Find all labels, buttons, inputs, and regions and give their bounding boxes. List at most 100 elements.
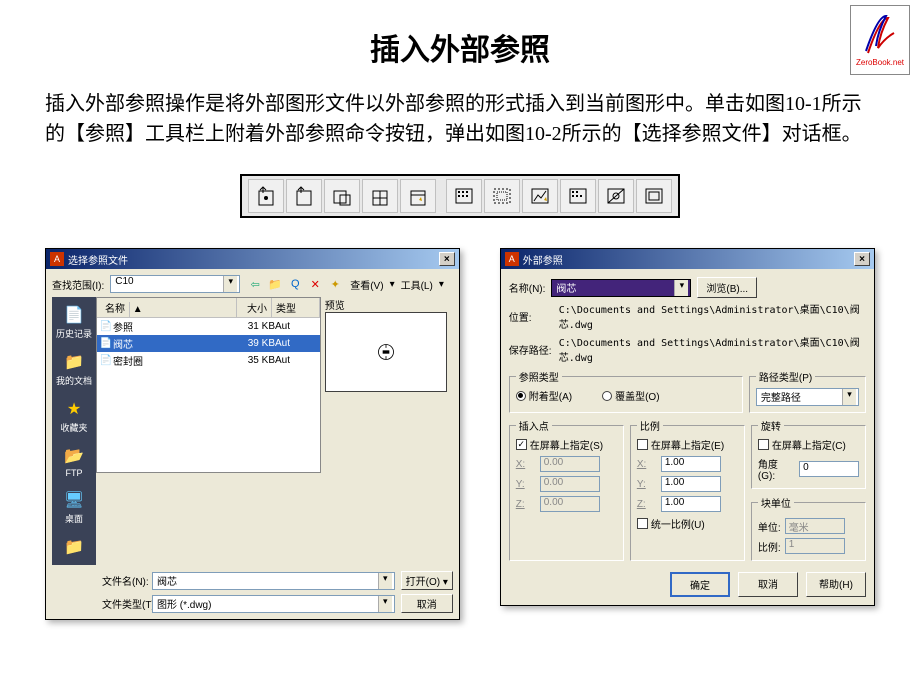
close-icon[interactable]: × — [439, 252, 455, 266]
cancel-button[interactable]: 取消 — [738, 572, 798, 597]
close-icon[interactable]: × — [854, 252, 870, 266]
lookin-label: 查找范围(I): — [52, 277, 104, 292]
dialog-title: 外部参照 — [523, 252, 854, 267]
onscreen-insert-check[interactable]: 在屏幕上指定(S) — [516, 437, 617, 452]
savepath-label: 保存路径: — [509, 342, 553, 357]
filetype-combo[interactable]: 图形 (*.dwg) — [152, 595, 395, 613]
onscreen-scale-check[interactable]: 在屏幕上指定(E) — [637, 437, 738, 452]
cancel-button[interactable]: 取消 — [401, 594, 453, 613]
list-item[interactable]: 📄 阀芯 39 KB Aut — [97, 335, 320, 352]
reference-type-group: 参照类型 附着型(A) 覆盖型(O) — [509, 369, 743, 413]
filetype-label: 文件类型(T): — [102, 596, 146, 611]
name-label: 名称(N): — [509, 280, 546, 295]
lookin-combo[interactable]: C10 — [110, 275, 240, 293]
sidebar-item-history[interactable]: 📄历史记录 — [52, 299, 96, 346]
block-unit-group: 块单位 单位:毫米 比例:1 — [751, 495, 866, 561]
dialog-title: 选择参照文件 — [68, 252, 439, 267]
sidebar-item-documents[interactable]: 📁我的文档 — [52, 346, 96, 393]
scale-x-label: X: — [637, 459, 657, 470]
logo: ZeroBook.net — [850, 5, 910, 75]
image-frame-icon[interactable] — [636, 179, 672, 213]
path-type-group: 路径类型(P) 完整路径 — [749, 369, 866, 413]
savepath-value: C:\Documents and Settings\Administrator\… — [559, 334, 866, 364]
x-label: X: — [516, 459, 536, 470]
titlebar: A 选择参照文件 × — [46, 249, 459, 269]
description-text: 插入外部参照操作是将外部图形文件以外部参照的形式插入到当前图形中。单击如图10-… — [0, 69, 920, 174]
image-transparency-icon[interactable] — [598, 179, 634, 213]
file-icon: 📄 — [99, 355, 113, 366]
titlebar: A 外部参照 × — [501, 249, 874, 269]
onscreen-rotate-check[interactable]: 在屏幕上指定(C) — [758, 437, 859, 452]
scale-y-input[interactable]: 1.00 — [661, 476, 721, 492]
insert-x-input: 0.00 — [540, 456, 600, 472]
help-button[interactable]: 帮助(H) — [806, 572, 866, 597]
external-reference-dialog: A 外部参照 × 名称(N): 阀芯 浏览(B)... 位置: C:\Docum… — [500, 248, 875, 606]
image-quality-icon[interactable] — [560, 179, 596, 213]
reference-toolbar — [240, 174, 680, 218]
tool-menu[interactable]: 工具(L) — [401, 277, 433, 292]
select-reference-file-dialog: A 选择参照文件 × 查找范围(I): C10 ⇦ 📁 Q ✕ ✦ 查看(V) … — [45, 248, 460, 620]
angle-input[interactable]: 0 — [799, 461, 859, 477]
radio-icon — [516, 391, 526, 401]
xref-manager-icon[interactable] — [400, 179, 436, 213]
scale-y-label: Y: — [637, 479, 657, 490]
column-name[interactable]: 名称 ▲ — [97, 298, 237, 317]
file-list-header: 名称 ▲ 大小 类型 — [97, 298, 320, 318]
back-icon[interactable]: ⇦ — [246, 275, 264, 293]
angle-label: 角度(G): — [758, 456, 795, 482]
filename-label: 文件名(N): — [102, 573, 146, 588]
file-icon: 📄 — [99, 338, 113, 349]
filename-input[interactable]: 阀芯 — [152, 572, 395, 590]
insert-z-input: 0.00 — [540, 496, 600, 512]
column-type[interactable]: 类型 — [272, 298, 320, 317]
sidebar-item-more[interactable]: 📁 — [52, 531, 96, 565]
rotation-group: 旋转 在屏幕上指定(C) 角度(G):0 — [751, 418, 866, 489]
sidebar-item-desktop[interactable]: 🖥桌面 — [52, 484, 96, 531]
open-button[interactable]: 打开(O) ▾ — [401, 571, 453, 590]
scale-z-input[interactable]: 1.00 — [661, 496, 721, 512]
xref-clip-icon[interactable] — [286, 179, 322, 213]
ratio-value: 1 — [785, 538, 845, 554]
overlay-radio[interactable]: 覆盖型(O) — [602, 388, 659, 403]
insert-point-group: 插入点 在屏幕上指定(S) X:0.00 Y:0.00 Z:0.00 — [509, 418, 624, 561]
attach-radio[interactable]: 附着型(A) — [516, 388, 572, 403]
radio-icon — [602, 391, 612, 401]
logo-text: ZeroBook.net — [856, 58, 904, 67]
preview-label: 预览 — [325, 297, 453, 312]
file-icon: 📄 — [99, 321, 113, 332]
delete-icon[interactable]: ✕ — [306, 275, 324, 293]
dialog-icon: A — [50, 252, 64, 266]
image-clip-icon[interactable] — [484, 179, 520, 213]
sidebar-item-ftp[interactable]: 📂FTP — [52, 440, 96, 484]
newfolder-icon[interactable]: ✦ — [326, 275, 344, 293]
column-size[interactable]: 大小 — [237, 298, 272, 317]
scale-group: 比例 在屏幕上指定(E) X:1.00 Y:1.00 Z:1.00 统一比例(U… — [630, 418, 745, 561]
ratio-label: 比例: — [758, 539, 781, 554]
up-icon[interactable]: 📁 — [266, 275, 284, 293]
dialog-icon: A — [505, 252, 519, 266]
image-adjust-icon[interactable] — [522, 179, 558, 213]
xref-attach-icon[interactable] — [248, 179, 284, 213]
scale-z-label: Z: — [637, 499, 657, 510]
unit-label: 单位: — [758, 519, 781, 534]
name-combo[interactable]: 阀芯 — [551, 279, 691, 297]
xref-bind-icon[interactable] — [324, 179, 360, 213]
uniform-scale-check[interactable]: 统一比例(U) — [637, 516, 738, 531]
ok-button[interactable]: 确定 — [670, 572, 730, 597]
path-type-combo[interactable]: 完整路径 — [756, 388, 859, 406]
image-attach-icon[interactable] — [446, 179, 482, 213]
xref-frame-icon[interactable] — [362, 179, 398, 213]
view-menu[interactable]: 查看(V) — [350, 277, 383, 292]
insert-y-input: 0.00 — [540, 476, 600, 492]
file-list[interactable]: 名称 ▲ 大小 类型 📄 参照 31 KB Aut 📄 阀芯 39 KB — [96, 297, 321, 473]
page-title: 插入外部参照 — [0, 0, 920, 69]
sidebar-item-favorites[interactable]: ★收藏夹 — [52, 393, 96, 440]
checkbox-icon — [516, 439, 527, 450]
preview-box — [325, 312, 447, 392]
list-item[interactable]: 📄 参照 31 KB Aut — [97, 318, 320, 335]
search-web-icon[interactable]: Q — [286, 275, 304, 293]
list-item[interactable]: 📄 密封圈 35 KB Aut — [97, 352, 320, 369]
scale-x-input[interactable]: 1.00 — [661, 456, 721, 472]
browse-button[interactable]: 浏览(B)... — [697, 277, 757, 298]
location-value: C:\Documents and Settings\Administrator\… — [559, 301, 866, 331]
